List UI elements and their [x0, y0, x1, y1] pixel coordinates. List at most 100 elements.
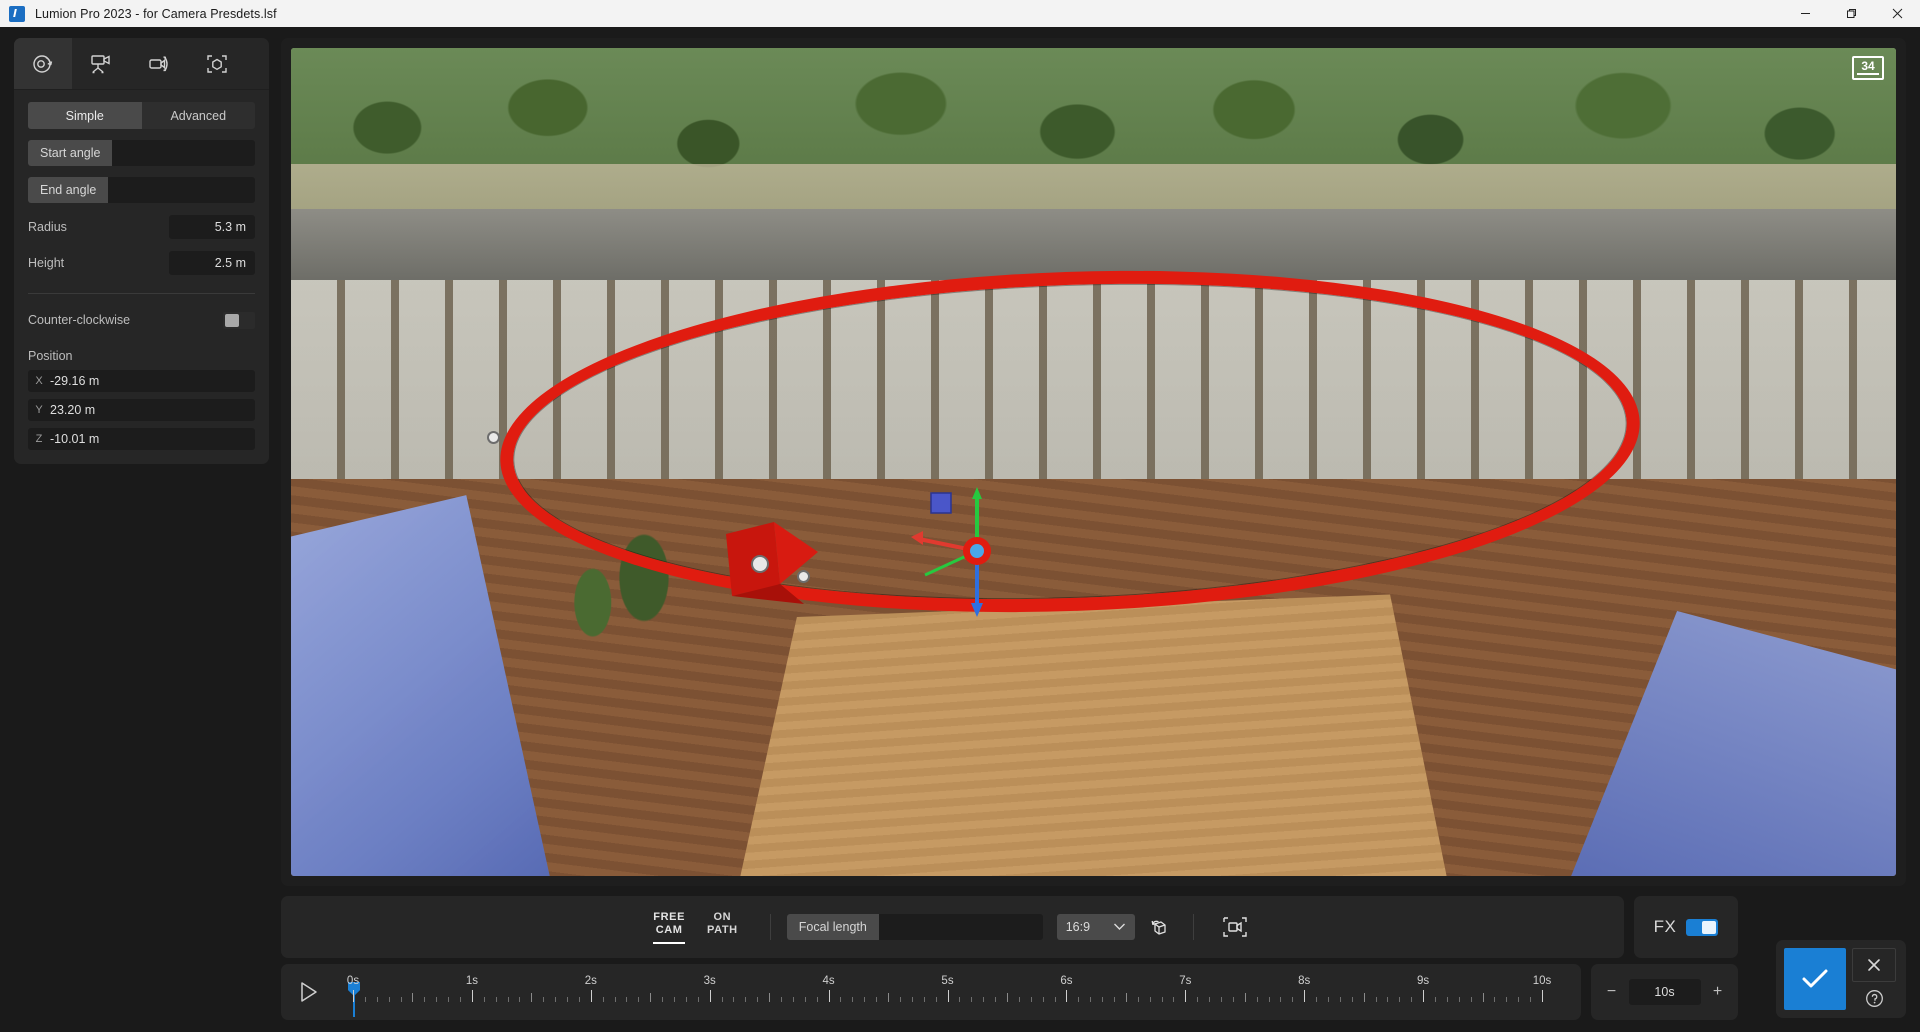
timeline-tick — [864, 997, 865, 1002]
timeline-tick — [1245, 993, 1246, 1002]
duration-decrease-button[interactable]: − — [1605, 983, 1619, 1001]
timeline-tick-label: 10s — [1533, 975, 1552, 987]
fx-toggle-group: FX — [1634, 896, 1738, 958]
fx-toggle-knob — [1702, 921, 1716, 934]
timeline-tick — [995, 997, 996, 1002]
timeline-tick — [1304, 990, 1305, 1002]
timeline-tick-label: 7s — [1179, 975, 1191, 987]
timeline-tick — [1328, 997, 1329, 1002]
end-angle-row: End angle — [28, 177, 255, 203]
timeline-tick — [401, 997, 402, 1002]
close-icon — [1866, 957, 1882, 973]
path-start-handle[interactable] — [487, 431, 500, 444]
tab-focus-object[interactable] — [188, 38, 246, 89]
timeline-tick — [353, 990, 354, 1002]
timeline-tick — [1043, 997, 1044, 1002]
timeline-tick — [472, 990, 473, 1002]
radius-input[interactable]: 5.3 m — [169, 215, 255, 239]
timeline-tick — [1340, 997, 1341, 1002]
timeline-tick — [1423, 990, 1424, 1002]
duration-value[interactable]: 10s — [1629, 979, 1701, 1005]
timeline-tick — [769, 993, 770, 1002]
timeline-tick — [1411, 997, 1412, 1002]
aspect-ratio-select[interactable]: 16:9 — [1057, 914, 1135, 940]
height-row: Height 2.5 m — [28, 251, 255, 275]
tab-orbit-camera[interactable] — [14, 38, 72, 89]
position-z-row[interactable]: Z -10.01 m — [28, 428, 255, 450]
timeline-ruler[interactable]: 0s1s2s3s4s5s6s7s8s9s10s — [335, 964, 1567, 1020]
radius-label: Radius — [28, 220, 67, 234]
timeline-tick — [424, 997, 425, 1002]
end-angle-button[interactable]: End angle — [28, 177, 108, 203]
timeline-tick — [971, 997, 972, 1002]
focal-length-group: Focal length — [787, 914, 1043, 940]
timeline-tick — [1459, 997, 1460, 1002]
camera-target-marker[interactable] — [708, 508, 858, 628]
cancel-button[interactable] — [1852, 948, 1896, 982]
timeline-tick — [745, 997, 746, 1002]
timeline-tick-label: 6s — [1060, 975, 1072, 987]
duration-increase-button[interactable]: + — [1711, 983, 1725, 1001]
position-x-row[interactable]: X -29.16 m — [28, 370, 255, 392]
start-angle-button[interactable]: Start angle — [28, 140, 112, 166]
timeline-tick — [888, 993, 889, 1002]
help-button[interactable] — [1852, 986, 1896, 1010]
camera-mode-on-path[interactable]: ON PATH — [707, 911, 738, 942]
confirm-ok-button[interactable] — [1784, 948, 1846, 1010]
radius-row: Radius 5.3 m — [28, 215, 255, 239]
restore-icon[interactable] — [1828, 0, 1874, 27]
position-y-row[interactable]: Y 23.20 m — [28, 399, 255, 421]
timeline-tick — [781, 997, 782, 1002]
close-icon[interactable] — [1874, 0, 1920, 27]
tab-camera-pan[interactable] — [130, 38, 188, 89]
timeline-tick — [1506, 997, 1507, 1002]
play-icon[interactable] — [281, 980, 335, 1004]
position-x-value: -29.16 m — [50, 374, 99, 388]
timeline-tick — [1494, 997, 1495, 1002]
timeline-tick — [829, 990, 830, 1002]
timeline-tick — [852, 997, 853, 1002]
axis-label-x: X — [28, 375, 50, 387]
timeline-tick — [1138, 997, 1139, 1002]
timeline-tick — [1518, 997, 1519, 1002]
focal-length-button[interactable]: Focal length — [787, 914, 879, 940]
camera-mode-free-cam[interactable]: FREE CAM — [653, 911, 685, 944]
transform-gizmo[interactable] — [885, 479, 1065, 649]
timeline-tick — [496, 997, 497, 1002]
timeline-tick — [793, 997, 794, 1002]
timeline-tick — [1257, 997, 1258, 1002]
on-path-line2: PATH — [707, 924, 738, 937]
timeline-tick-label: 2s — [585, 975, 597, 987]
tab-studio-camera[interactable] — [72, 38, 130, 89]
timeline-tick — [1150, 997, 1151, 1002]
3d-viewport[interactable]: 34 — [291, 48, 1896, 876]
end-angle-value[interactable] — [108, 177, 255, 203]
window-title: Lumion Pro 2023 - for Camera Presdets.ls… — [35, 7, 277, 21]
window-titlebar: Lumion Pro 2023 - for Camera Presdets.ls… — [0, 0, 1920, 27]
timeline-tick — [686, 997, 687, 1002]
segment-advanced[interactable]: Advanced — [142, 102, 256, 129]
minimize-icon[interactable] — [1782, 0, 1828, 27]
focal-length-input[interactable] — [879, 914, 1043, 940]
timeline-tick — [543, 997, 544, 1002]
camera-mode-group: FREE CAM ON PATH — [653, 911, 737, 944]
fx-label: FX — [1654, 917, 1677, 937]
timeline-tick — [936, 997, 937, 1002]
fx-toggle[interactable] — [1686, 919, 1718, 936]
timeline-tick — [1483, 993, 1484, 1002]
counter-clockwise-toggle[interactable] — [223, 312, 255, 329]
focal-length-badge: 34 — [1852, 56, 1884, 80]
segment-simple[interactable]: Simple — [28, 102, 142, 129]
panel-divider — [28, 293, 255, 294]
height-input[interactable]: 2.5 m — [169, 251, 255, 275]
timeline-tick — [1399, 997, 1400, 1002]
free-cam-line2: CAM — [653, 924, 685, 937]
timeline-tick — [948, 990, 949, 1002]
timeline-tick — [1031, 997, 1032, 1002]
toolbar-divider-1 — [770, 914, 771, 940]
rotate-frame-icon[interactable] — [1143, 912, 1177, 942]
camera-frame-icon[interactable] — [1218, 912, 1252, 942]
timeline-tick — [733, 997, 734, 1002]
timeline-tick — [603, 997, 604, 1002]
start-angle-value[interactable] — [112, 140, 255, 166]
